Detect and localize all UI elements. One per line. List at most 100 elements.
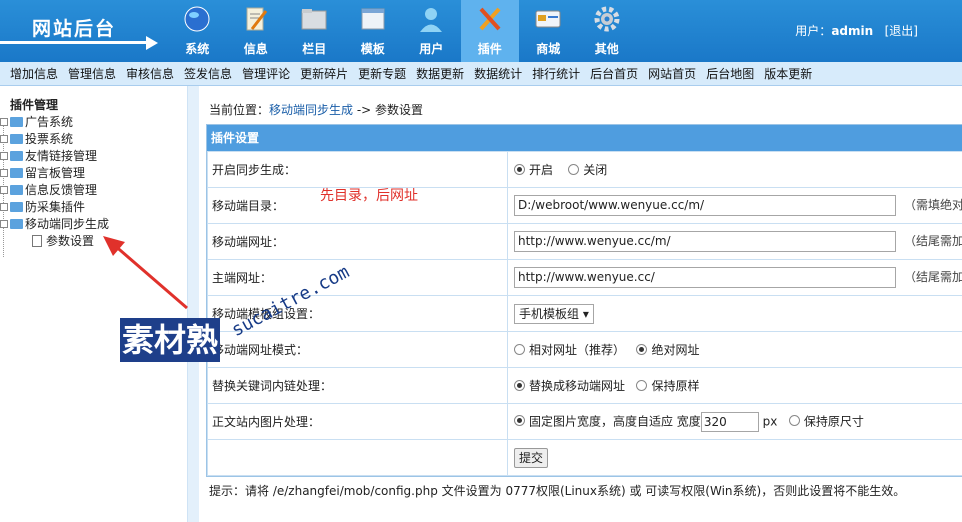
expand-icon[interactable]	[0, 152, 8, 160]
tree-item-vote[interactable]: 投票系统	[0, 131, 186, 148]
main-nav: 系统 信息 栏目 模板 用户 插件 商城 其他	[168, 0, 636, 62]
watermark-logo: 素材熟	[120, 318, 221, 362]
subnav-item[interactable]: 版本更新	[764, 65, 812, 82]
annotation-text: 先目录，后网址	[320, 188, 418, 204]
form-row: 开启同步生成： 开启 关闭	[207, 151, 962, 188]
sync-off-radio[interactable]	[568, 164, 580, 175]
edit-icon	[246, 7, 267, 31]
watermark: 素材熟 sucaitre.com	[120, 261, 353, 378]
subnav-item[interactable]: 数据统计	[474, 65, 522, 82]
keyword-keep-radio[interactable]	[636, 380, 648, 391]
card-icon	[535, 10, 561, 28]
main-url-hint: （结尾需加	[903, 270, 962, 284]
tree-root[interactable]: 插件管理	[0, 96, 186, 114]
logout-link[interactable]: [退出]	[885, 24, 918, 38]
sub-nav: 增加信息 管理信息 审核信息 签发信息 管理评论 更新碎片 更新专题 数据更新 …	[0, 62, 962, 86]
subnav-item[interactable]: 增加信息	[10, 65, 58, 82]
tree-item-anticollect[interactable]: 防采集插件	[0, 199, 186, 216]
mobile-url-label: 移动端网址：	[207, 223, 508, 260]
main-url-label: 主端网址：	[207, 259, 508, 296]
username: admin	[831, 24, 874, 38]
form-row: 正文站内图片处理： 固定图片宽度，高度自适应 宽度 320 px 保持原尺寸	[207, 403, 962, 440]
subnav-item[interactable]: 管理评论	[242, 65, 290, 82]
form-row: 替换关键词内链处理： 替换成移动端网址 保持原样	[207, 367, 962, 404]
image-fixed-radio[interactable]	[513, 415, 525, 426]
tree-item-mobile-sync[interactable]: 移动端同步生成	[0, 216, 186, 233]
nav-shop[interactable]: 商城	[519, 0, 578, 62]
user-icon	[420, 8, 442, 32]
annotation-arrow	[103, 236, 188, 310]
folder-icon	[10, 168, 23, 178]
subnav-item[interactable]: 排行统计	[532, 65, 580, 82]
subnav-item[interactable]: 后台地图	[706, 65, 754, 82]
subnav-item[interactable]: 后台首页	[590, 65, 638, 82]
image-label: 正文站内图片处理：	[207, 403, 508, 440]
subnav-item[interactable]: 审核信息	[126, 65, 174, 82]
dropdown-arrow-icon: ▾	[582, 306, 589, 321]
nav-column[interactable]: 栏目	[285, 0, 344, 62]
main-url-input[interactable]: http://www.wenyue.cc/	[513, 267, 896, 288]
subnav-item[interactable]: 数据更新	[416, 65, 464, 82]
sync-label: 开启同步生成：	[207, 151, 508, 188]
mobile-url-input[interactable]: http://www.wenyue.cc/m/	[513, 231, 896, 252]
expand-icon[interactable]	[0, 135, 8, 143]
expand-icon[interactable]	[0, 186, 8, 194]
subnav-item[interactable]: 签发信息	[184, 65, 232, 82]
tree-item-links[interactable]: 友情链接管理	[0, 148, 186, 165]
subnav-item[interactable]: 更新专题	[358, 65, 406, 82]
top-header: 网站后台 系统 信息 栏目 模板 用户 插件 商城 其他 用户：admin [退…	[0, 0, 962, 62]
folder-icon	[10, 134, 23, 144]
submit-button[interactable]: 提交	[513, 447, 548, 468]
image-width-input[interactable]: 320	[700, 411, 759, 432]
subnav-item[interactable]: 网站首页	[648, 65, 696, 82]
nav-other[interactable]: 其他	[578, 0, 637, 62]
absolute-url-radio[interactable]	[636, 344, 648, 355]
tree-item-guestbook[interactable]: 留言板管理	[0, 165, 186, 182]
tools-icon	[479, 7, 500, 31]
breadcrumb-link[interactable]: 移动端同步生成	[269, 103, 353, 117]
form-row: 移动端模板组设置： 手机模板组 ▾	[207, 295, 962, 332]
mobile-dir-input[interactable]: D:/webroot/www.wenyue.cc/m/	[513, 195, 896, 216]
folder-icon	[10, 185, 23, 195]
nav-user[interactable]: 用户	[402, 0, 461, 62]
form-row: 提交	[207, 439, 962, 476]
folder-icon	[10, 117, 23, 127]
nav-system[interactable]: 系统	[168, 0, 227, 62]
main-content: 当前位置：移动端同步生成 -> 参数设置 插件设置 开启同步生成： 开启 关闭 …	[199, 86, 962, 522]
arrow-icon	[146, 36, 158, 50]
panel-title: 插件设置	[207, 125, 962, 151]
sync-on-radio[interactable]	[513, 164, 525, 175]
folder-icon	[10, 202, 23, 212]
relative-url-radio[interactable]	[513, 344, 525, 355]
expand-icon[interactable]	[0, 203, 8, 211]
subnav-item[interactable]: 管理信息	[68, 65, 116, 82]
nav-info[interactable]: 信息	[227, 0, 286, 62]
nav-template[interactable]: 模板	[344, 0, 403, 62]
template-select[interactable]: 手机模板组 ▾	[513, 303, 594, 324]
settings-panel: 插件设置 开启同步生成： 开启 关闭 移动端目录： D:/webroot/www…	[206, 124, 962, 477]
mobile-url-hint: （结尾需加	[903, 234, 962, 248]
nav-plugin[interactable]: 插件	[460, 0, 519, 62]
tree-item-ads[interactable]: 广告系统	[0, 114, 186, 131]
plugin-tree: 插件管理 广告系统 投票系统 友情链接管理 留言板管理 信息反馈管理 防采集插件…	[0, 96, 186, 257]
expand-icon[interactable]	[0, 169, 8, 177]
globe-icon	[184, 6, 210, 32]
logo-title: 网站后台	[32, 18, 117, 40]
folder-icon	[10, 151, 23, 161]
collapse-icon[interactable]	[0, 220, 8, 228]
gear-icon	[594, 6, 619, 32]
image-keep-radio[interactable]	[788, 415, 800, 426]
user-info: 用户：admin [退出]	[795, 24, 918, 38]
expand-icon[interactable]	[0, 118, 8, 126]
logo: 网站后台	[0, 0, 165, 62]
folder-icon	[301, 9, 327, 30]
subnav-item[interactable]: 更新碎片	[300, 65, 348, 82]
tree-item-feedback[interactable]: 信息反馈管理	[0, 182, 186, 199]
keyword-replace-radio[interactable]	[513, 380, 525, 391]
form-row: 移动端网址： http://www.wenyue.cc/m/ （结尾需加	[207, 223, 962, 260]
dir-hint: （需填绝对	[903, 198, 962, 212]
window-icon	[361, 8, 384, 30]
document-icon	[32, 235, 42, 247]
form-row: 移动端网址模式： 相对网址（推荐） 绝对网址	[207, 331, 962, 368]
tip-text: 提示：请将 /e/zhangfei/mob/config.php 文件设置为 0…	[209, 484, 906, 498]
